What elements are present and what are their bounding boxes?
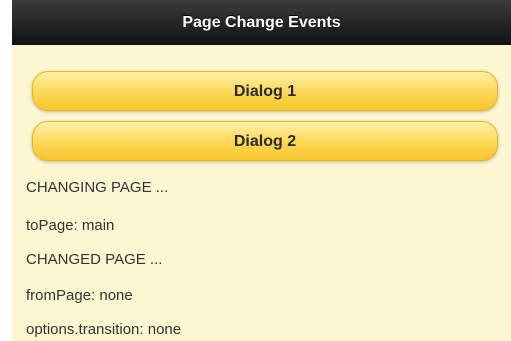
log-line-to-page: toPage: main bbox=[26, 217, 115, 234]
log-line-from-page: fromPage: none bbox=[26, 287, 133, 304]
log-line-changed-page: CHANGED PAGE ... bbox=[26, 251, 163, 268]
dialog-1-button[interactable]: Dialog 1 bbox=[32, 71, 498, 111]
log-line-transition: options.transition: none bbox=[26, 321, 182, 338]
log-line-changing-page: CHANGING PAGE ... bbox=[26, 179, 169, 196]
dialog-2-label: Dialog 2 bbox=[233, 133, 297, 150]
app-frame: Page Change Events Dialog 1 Dialog 2 CHA… bbox=[12, 0, 511, 341]
dialog-1-label: Dialog 1 bbox=[233, 83, 297, 100]
page-title: Page Change Events bbox=[182, 14, 341, 31]
page-header: Page Change Events bbox=[12, 0, 511, 45]
dialog-2-button[interactable]: Dialog 2 bbox=[32, 121, 498, 161]
